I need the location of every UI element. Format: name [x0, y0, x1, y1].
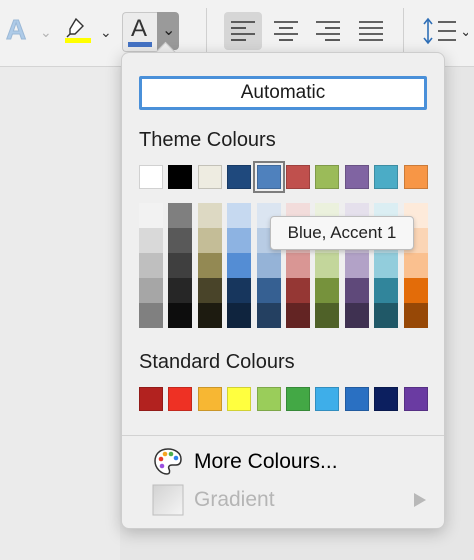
tint-swatch[interactable]: [197, 203, 222, 228]
theme-colour-swatch[interactable]: [344, 165, 369, 189]
tint-swatch[interactable]: [227, 253, 252, 278]
tint-swatch[interactable]: [139, 228, 163, 253]
tint-swatch[interactable]: [256, 278, 281, 303]
tint-swatch[interactable]: [197, 278, 222, 303]
tint-swatch[interactable]: [403, 278, 428, 303]
tint-column: [227, 203, 252, 328]
tint-swatch[interactable]: [256, 303, 281, 328]
standard-colour-swatch[interactable]: [315, 387, 340, 411]
highlight-color-bar: [65, 38, 91, 43]
font-color-button[interactable]: A: [122, 12, 157, 52]
tint-swatch[interactable]: [197, 228, 222, 253]
font-color-popover: Automatic Theme Colours Blue, Accent 1 S…: [121, 52, 445, 529]
tint-swatch[interactable]: [374, 253, 399, 278]
tint-swatch[interactable]: [315, 303, 340, 328]
line-spacing-button[interactable]: ⌄: [422, 16, 472, 48]
tint-swatch[interactable]: [139, 303, 163, 328]
font-color-icon: A: [131, 15, 148, 42]
tint-swatch[interactable]: [403, 303, 428, 328]
tint-swatch[interactable]: [403, 253, 428, 278]
tint-swatch[interactable]: [139, 203, 163, 228]
color-tooltip: Blue, Accent 1: [270, 216, 414, 250]
theme-colour-swatch[interactable]: [286, 165, 310, 189]
tint-swatch[interactable]: [344, 253, 369, 278]
more-colours-label: More Colours...: [194, 450, 338, 473]
align-left-icon: [231, 21, 255, 41]
tint-swatch[interactable]: [197, 303, 222, 328]
theme-colour-swatch[interactable]: [252, 161, 285, 193]
tint-swatch[interactable]: [374, 278, 399, 303]
standard-colour-swatch[interactable]: [344, 387, 369, 411]
align-right-button[interactable]: [309, 12, 347, 50]
tint-swatch[interactable]: [168, 203, 193, 228]
align-center-button[interactable]: [267, 12, 305, 50]
theme-colour-swatch[interactable]: [227, 165, 252, 189]
tint-swatch[interactable]: [139, 253, 163, 278]
text-effects-dropdown-icon[interactable]: ⌄: [40, 24, 52, 41]
toolbar-divider: [206, 8, 207, 52]
theme-colour-swatch[interactable]: [197, 165, 222, 189]
align-right-icon: [316, 21, 340, 41]
tint-swatch[interactable]: [168, 278, 193, 303]
tint-swatch[interactable]: [227, 303, 252, 328]
tint-swatch[interactable]: [139, 278, 163, 303]
more-colours-menu-item[interactable]: More Colours...: [152, 446, 402, 480]
tint-swatch[interactable]: [227, 203, 252, 228]
text-effects-icon[interactable]: A: [5, 14, 26, 46]
justify-icon: [359, 21, 383, 41]
theme-colour-swatch[interactable]: [139, 165, 163, 189]
tint-swatch[interactable]: [344, 278, 369, 303]
theme-colour-swatch[interactable]: [168, 165, 193, 189]
tint-swatch[interactable]: [286, 303, 310, 328]
theme-colours-heading: Theme Colours: [139, 129, 276, 151]
align-left-button[interactable]: [224, 12, 262, 50]
tint-swatch[interactable]: [344, 303, 369, 328]
chevron-down-icon: ⌄: [162, 22, 176, 39]
highlight-dropdown-icon[interactable]: ⌄: [100, 24, 112, 41]
standard-colour-swatch[interactable]: [227, 387, 252, 411]
tint-swatch[interactable]: [168, 303, 193, 328]
standard-colour-swatch[interactable]: [256, 387, 281, 411]
gradient-icon: [152, 484, 184, 516]
tint-swatch[interactable]: [374, 303, 399, 328]
document-area: [0, 67, 120, 560]
palette-icon: [154, 448, 182, 475]
standard-colour-swatch[interactable]: [168, 387, 193, 411]
justify-button[interactable]: [352, 12, 390, 50]
tint-swatch[interactable]: [315, 253, 340, 278]
theme-colour-swatch[interactable]: [315, 165, 340, 189]
highlighter-icon: [65, 17, 91, 43]
tint-column: [168, 203, 193, 328]
tint-swatch[interactable]: [227, 228, 252, 253]
submenu-arrow-icon: [414, 493, 426, 507]
menu-divider: [122, 435, 444, 436]
line-spacing-icon: ⌄: [423, 17, 472, 45]
font-color-bar: [128, 42, 152, 47]
standard-colours-heading: Standard Colours: [139, 351, 295, 373]
tint-swatch[interactable]: [197, 253, 222, 278]
standard-colour-swatch[interactable]: [286, 387, 310, 411]
tint-column: [139, 203, 163, 328]
toolbar-divider: [403, 8, 404, 52]
align-center-icon: [274, 21, 298, 41]
highlight-button[interactable]: [64, 16, 94, 46]
line-spacing-dropdown-icon: ⌄: [460, 24, 468, 40]
tint-column: [197, 203, 222, 328]
automatic-color-button[interactable]: Automatic: [139, 76, 427, 110]
tint-swatch[interactable]: [286, 253, 310, 278]
theme-colour-swatch[interactable]: [374, 165, 399, 189]
tint-swatch[interactable]: [256, 253, 281, 278]
tint-swatch[interactable]: [315, 278, 340, 303]
tint-swatch[interactable]: [168, 253, 193, 278]
standard-colour-swatch[interactable]: [197, 387, 222, 411]
tint-swatch[interactable]: [227, 278, 252, 303]
theme-colour-swatch[interactable]: [403, 165, 428, 189]
standard-colour-swatch[interactable]: [374, 387, 399, 411]
tint-swatch[interactable]: [168, 228, 193, 253]
gradient-menu-item[interactable]: Gradient: [152, 484, 402, 518]
gradient-label: Gradient: [194, 488, 275, 511]
standard-colour-swatch[interactable]: [139, 387, 163, 411]
tint-swatch[interactable]: [286, 278, 310, 303]
standard-colour-swatch[interactable]: [403, 387, 428, 411]
